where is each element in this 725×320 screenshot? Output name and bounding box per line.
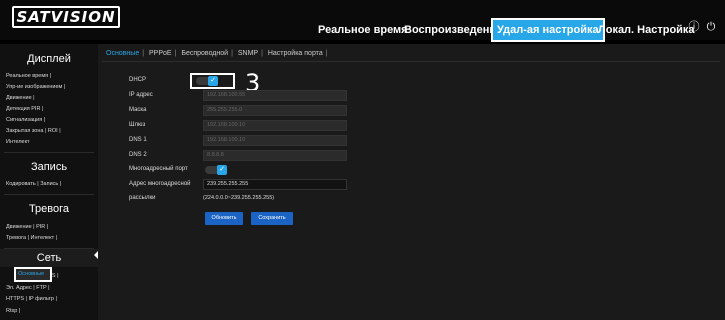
subnet-mask-input[interactable]: 255.255.255.0 xyxy=(203,105,347,116)
sidebar-item-alarm-intelligent[interactable]: Тревога | Интелект | xyxy=(6,235,57,241)
sidebar-item-encode-record[interactable]: Кодировать | Запись | xyxy=(6,181,61,187)
sidebar-item-https-ipfilter[interactable]: HTTPS | IP фильтр | xyxy=(6,296,57,302)
ip-address-input[interactable]: 192.168.100.55 xyxy=(203,90,347,101)
gateway-label: Шлюз xyxy=(129,122,146,128)
info-icon[interactable]: ⓘ xyxy=(687,20,701,34)
sidebar-item-privacy-roi[interactable]: Закрытая зона | ROI | xyxy=(6,128,61,134)
sidebar-divider xyxy=(4,152,94,153)
multicast-address-label: Адрес многоадресной xyxy=(129,181,191,187)
sidebar-section-record[interactable]: Запись xyxy=(0,161,98,173)
sidebar-item-email-ftp[interactable]: Эл. Адрес | FTP | xyxy=(6,285,50,291)
sidebar-section-alarm[interactable]: Тревога xyxy=(0,203,98,215)
check-icon: ✓ xyxy=(217,165,227,175)
sidebar-item-alarm[interactable]: Сигнализация | xyxy=(6,117,45,123)
dns1-label: DNS 1 xyxy=(129,137,147,143)
sidebar-item-live[interactable]: Реальное время | xyxy=(6,73,51,79)
refresh-button[interactable]: Обновить xyxy=(205,212,243,225)
dhcp-toggle[interactable]: ✓ xyxy=(196,76,218,86)
ip-address-label: IP адрес xyxy=(129,92,153,98)
sidebar-item-intelligent[interactable]: Интелект xyxy=(6,139,30,145)
sidebar-item-rtsp[interactable]: Rtsp | xyxy=(6,308,20,314)
tab-port-settings[interactable]: Настройка порта xyxy=(268,50,323,57)
brand-logo: SATVISION xyxy=(12,6,120,28)
tab-snmp[interactable]: SNMP xyxy=(238,50,258,57)
dns2-label: DNS 2 xyxy=(129,152,147,158)
gateway-input[interactable]: 192.168.100.10 xyxy=(203,120,347,131)
multicast-port-toggle[interactable]: ✓ xyxy=(205,165,227,175)
tab-pppoe[interactable]: PPPoE xyxy=(149,50,172,57)
nav-live[interactable]: Реальное время xyxy=(318,19,408,41)
dns1-input[interactable]: 192.168.100.10 xyxy=(203,135,347,146)
sidebar-item-motion-pir[interactable]: Движение | PIR | xyxy=(6,224,48,230)
multicast-port-label: Многоадресный порт xyxy=(129,166,188,172)
power-icon[interactable]: ⏻ xyxy=(704,20,718,34)
sidebar-section-display[interactable]: Дисплей xyxy=(0,53,98,65)
tab-wireless[interactable]: Беспроводной xyxy=(181,50,228,57)
tab-basic[interactable]: Основные xyxy=(106,50,139,57)
check-icon: ✓ xyxy=(208,76,218,86)
tab-underline xyxy=(102,61,720,62)
sidebar-item-motion[interactable]: Движение | xyxy=(6,95,35,101)
subnet-mask-label: Маска xyxy=(129,107,147,113)
multicast-address-label-line2: рассылки xyxy=(129,195,156,201)
dns2-input[interactable]: 8.8.8.8 xyxy=(203,150,347,161)
sidebar-item-pir[interactable]: Детекция PIR | xyxy=(6,106,43,112)
sidebar-section-network[interactable]: Сеть xyxy=(0,249,98,267)
nav-local-settings[interactable]: Локал. Настройка xyxy=(598,19,695,41)
nav-playback[interactable]: Воспроизведение xyxy=(404,19,502,41)
save-button[interactable]: Сохранить xyxy=(251,212,293,225)
sidebar-item-basic-highlight[interactable]: Основные xyxy=(14,267,52,282)
nav-remote-settings[interactable]: Удал-ая настройка xyxy=(491,18,605,42)
multicast-range-hint: (224.0.0.0~239.255.255.255) xyxy=(203,195,275,201)
dhcp-label: DHCP xyxy=(129,77,147,83)
sidebar-divider xyxy=(4,194,94,195)
multicast-address-input[interactable]: 239.255.255.255 xyxy=(203,179,347,190)
sidebar-item-image[interactable]: Упр-ие изображением | xyxy=(6,84,65,90)
top-bar: SATVISION Реальное время Воспроизведение… xyxy=(0,0,725,42)
sidebar-item-basic: Основные xyxy=(18,271,45,277)
